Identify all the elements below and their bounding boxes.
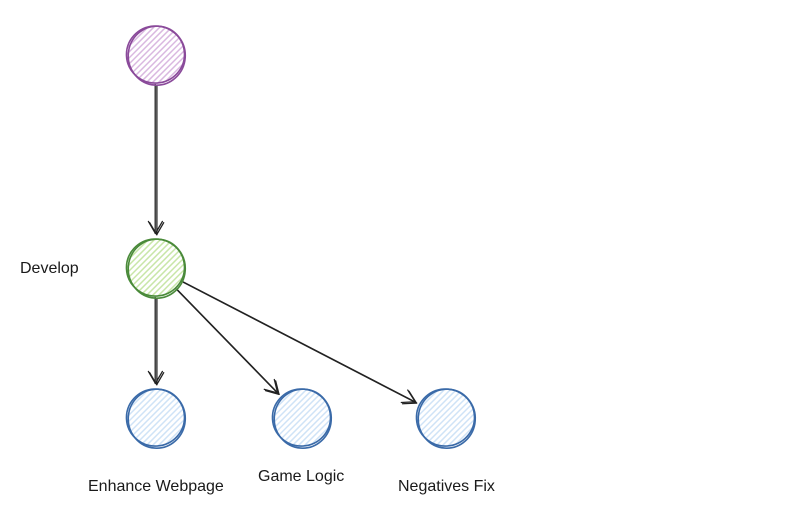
node-enhance-webpage[interactable] [126,388,186,448]
node-develop[interactable] [126,238,186,298]
node-game-logic[interactable] [272,388,332,448]
label-develop: Develop [20,260,79,278]
label-negatives-fix: Negatives Fix [398,478,495,496]
node-negatives-fix[interactable] [416,388,476,448]
label-enhance-webpage: Enhance Webpage [88,478,224,496]
diagram-canvas: Develop Enhance Webpage Game Logic Negat… [0,0,797,522]
node-root[interactable] [126,25,186,85]
edges-layer [0,0,797,522]
label-game-logic: Game Logic [258,468,344,486]
